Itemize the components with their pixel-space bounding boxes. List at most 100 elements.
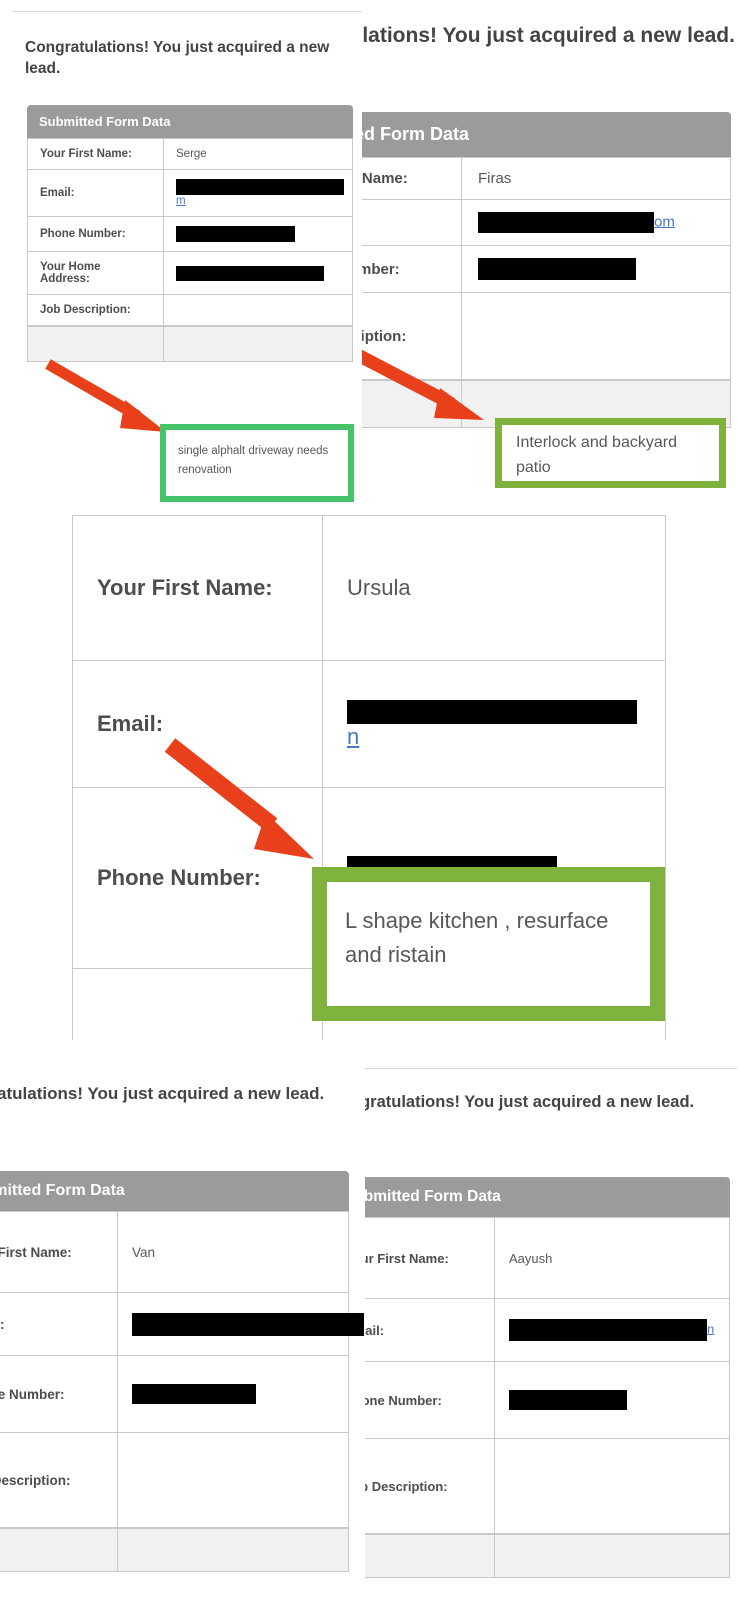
value-first-name: Ursula	[322, 515, 666, 660]
highlight-box-job-description: single alphalt driveway needs renovation	[160, 424, 354, 502]
value-email: om	[461, 199, 731, 245]
page-title: Congratulations! You just acquired a new…	[365, 1093, 695, 1111]
redaction-bar-email	[509, 1319, 707, 1341]
highlight-text: single alphalt driveway needs renovation	[178, 445, 329, 476]
table-row: Phone Number:	[365, 1361, 730, 1438]
label-job-description: Job Description:	[27, 294, 163, 326]
submitted-form-data-table: Submitted Form Data Your First Name: Aay…	[365, 1177, 730, 1578]
table-row: Phone Number:	[0, 1355, 349, 1432]
table-row: Your First Name: Firas	[362, 157, 731, 199]
table-row: Email:	[0, 1292, 364, 1355]
highlight-box-job-description: Interlock and backyard patio	[495, 418, 726, 488]
redaction-bar-email	[347, 700, 637, 725]
table-footer-row	[27, 326, 353, 362]
label-job-description: Job Description:	[0, 1432, 117, 1528]
label-email: Email:	[365, 1298, 494, 1361]
footer-cell-right	[117, 1528, 349, 1572]
value-email	[117, 1292, 364, 1355]
email-link-tail[interactable]: m	[176, 195, 186, 207]
table-row: Job Description:	[0, 1432, 349, 1528]
redaction-bar-phone	[176, 226, 295, 242]
value-email: n	[494, 1298, 730, 1361]
label-email: Email:	[0, 1292, 117, 1355]
footer-cell-left	[27, 326, 163, 362]
label-phone: Phone Number:	[27, 216, 163, 251]
submitted-form-data-table: Submitted Form Data Your First Name: Ser…	[27, 105, 353, 362]
value-address	[163, 251, 353, 294]
footer-cell-left	[0, 1528, 117, 1572]
label-address: Your Home Address:	[27, 251, 163, 294]
value-job-description	[117, 1432, 349, 1528]
table-header-row: Submitted Form Data	[365, 1177, 730, 1217]
value-phone	[461, 245, 731, 292]
table-header-row: Submitted Form Data	[362, 112, 731, 157]
label-first-name: Your First Name:	[362, 157, 461, 199]
highlight-box-job-description: L shape kitchen , resurface and ristain	[312, 867, 665, 1021]
label-job-description: Job Description:	[72, 968, 322, 1040]
label-phone: Phone Number:	[362, 245, 461, 292]
highlight-text: L shape kitchen , resurface and ristain	[345, 908, 609, 968]
page-title: Congratulations! You just acquired a new…	[0, 1084, 325, 1103]
label-email: Email:	[27, 169, 163, 216]
divider-rule	[365, 1068, 737, 1069]
footer-cell-right	[494, 1534, 730, 1578]
label-first-name: Your First Name:	[365, 1217, 494, 1298]
email-link-tail[interactable]: n	[347, 724, 359, 749]
redaction-bar-address	[176, 265, 324, 281]
lead-screenshot-aayush: Congratulations! You just acquired a new…	[365, 1043, 739, 1600]
annotation-arrow-icon	[362, 349, 484, 420]
email-link-tail[interactable]: om	[654, 213, 675, 230]
footer-cell-right	[163, 326, 353, 362]
redaction-bar-phone	[509, 1390, 627, 1410]
table-row: Your First Name: Serge	[27, 138, 353, 169]
table-row: Email: m	[27, 169, 353, 216]
label-first-name: Your First Name:	[72, 515, 322, 660]
value-email: m	[163, 169, 353, 216]
value-job-description	[461, 292, 731, 380]
label-first-name: Your First Name:	[0, 1211, 117, 1292]
table-header-row: Submitted Form Data	[27, 105, 353, 138]
label-first-name: Your First Name:	[27, 138, 163, 169]
table-row: Your Home Address:	[27, 251, 353, 294]
redaction-bar-email	[478, 212, 654, 233]
lead-screenshot-ursula: Your First Name: Ursula Email: n Phone N…	[0, 515, 739, 1040]
value-job-description	[163, 294, 353, 326]
table-row: Phone Number:	[362, 245, 731, 292]
value-phone	[117, 1355, 349, 1432]
table-row: Your First Name: Ursula	[72, 515, 666, 660]
value-phone	[163, 216, 353, 251]
redaction-bar-email	[176, 179, 344, 195]
annotation-arrow-icon	[164, 738, 314, 859]
lead-screenshot-van: Congratulations! You just acquired a new…	[0, 1043, 365, 1600]
value-email: n	[322, 660, 666, 787]
divider-rule	[12, 11, 370, 12]
table-footer-row	[365, 1534, 730, 1578]
value-job-description	[494, 1438, 730, 1534]
redaction-bar-email	[132, 1312, 364, 1336]
lead-screenshot-firas: Congratulations! You just acquired a new…	[362, 0, 739, 520]
value-first-name: Aayush	[494, 1217, 730, 1298]
value-first-name: Firas	[461, 157, 731, 199]
value-first-name: Serge	[163, 138, 353, 169]
highlight-text: Interlock and backyard patio	[516, 434, 677, 476]
redaction-bar-phone	[478, 258, 636, 280]
annotation-arrow-icon	[45, 359, 166, 432]
footer-cell-left	[365, 1534, 494, 1578]
table-title: Submitted Form Data	[362, 112, 731, 157]
table-row: Phone Number:	[27, 216, 353, 251]
submitted-form-data-table: Submitted Form Data Your First Name: Van…	[0, 1171, 364, 1572]
redaction-bar-phone	[132, 1384, 256, 1404]
table-row: Job Description:	[365, 1438, 730, 1534]
table-row: Email: n	[365, 1298, 730, 1361]
value-first-name: Van	[117, 1211, 349, 1292]
table-row: Your First Name: Van	[0, 1211, 349, 1292]
table-row: Job Description:	[27, 294, 353, 326]
table-footer-row	[0, 1528, 349, 1572]
label-phone: Phone Number:	[365, 1361, 494, 1438]
table-row: Your First Name: Aayush	[365, 1217, 730, 1298]
lead-screenshot-serge: Congratulations! You just acquired a new…	[0, 0, 370, 520]
table-title: Submitted Form Data	[27, 105, 353, 138]
email-link-tail[interactable]: n	[707, 1321, 714, 1336]
page-title: Congratulations! You just acquired a new…	[25, 39, 330, 77]
table-title: Submitted Form Data	[0, 1171, 349, 1211]
